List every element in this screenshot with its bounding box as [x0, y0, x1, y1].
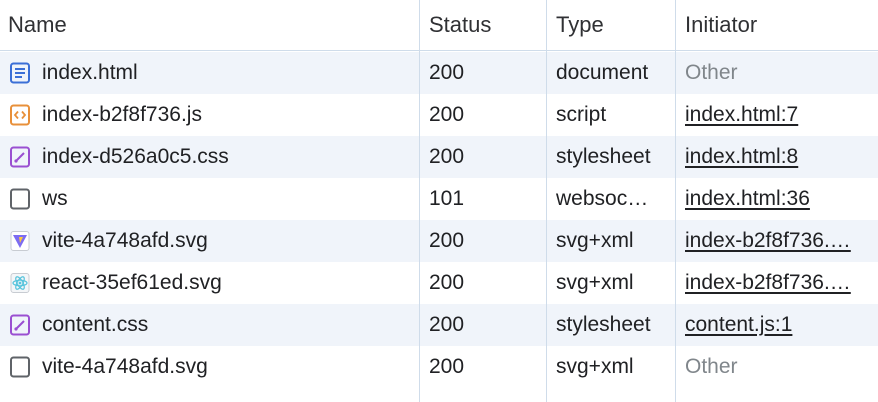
generic-file-icon: [9, 356, 31, 378]
table-row[interactable]: index-d526a0c5.css 200 stylesheet index.…: [0, 136, 878, 178]
request-status: 200: [429, 313, 465, 336]
request-type: script: [556, 103, 607, 126]
request-name: vite-4a748afd.svg: [42, 355, 208, 378]
request-initiator: index.html:7: [685, 94, 869, 136]
column-header-type[interactable]: Type: [556, 0, 604, 50]
request-type: stylesheet: [556, 313, 651, 336]
request-initiator: Other: [685, 61, 738, 84]
initiator-link[interactable]: index-b2f8f736.…: [685, 229, 851, 252]
column-header-name[interactable]: Name: [8, 0, 67, 50]
request-initiator: index-b2f8f736.…: [685, 262, 869, 304]
request-status: 200: [429, 229, 465, 252]
table-row[interactable]: index.html 200 document Other: [0, 52, 878, 94]
request-status: 101: [429, 187, 465, 210]
request-type: svg+xml: [556, 355, 634, 378]
request-status: 200: [429, 271, 465, 294]
column-header-initiator[interactable]: Initiator: [685, 0, 757, 50]
request-status: 200: [429, 61, 465, 84]
initiator-link[interactable]: content.js:1: [685, 313, 792, 336]
request-name: ws: [42, 187, 68, 210]
document-icon: [9, 62, 31, 84]
initiator-link[interactable]: index.html:8: [685, 145, 798, 168]
request-type: document: [556, 61, 649, 84]
script-icon: [9, 104, 31, 126]
request-name: index.html: [42, 61, 138, 84]
initiator-link[interactable]: index.html:7: [685, 103, 798, 126]
request-name: vite-4a748afd.svg: [42, 229, 208, 252]
request-type: svg+xml: [556, 229, 634, 252]
stylesheet-icon: [9, 146, 31, 168]
request-name: index-b2f8f736.js: [42, 103, 202, 126]
react-image-icon: [9, 272, 31, 294]
request-initiator: index-b2f8f736.…: [685, 220, 869, 262]
request-name: react-35ef61ed.svg: [42, 271, 222, 294]
request-name: content.css: [42, 313, 149, 336]
request-type: svg+xml: [556, 271, 634, 294]
network-request-table: Name Status Type Initiator index.html 20…: [0, 0, 878, 402]
table-row[interactable]: content.css 200 stylesheet content.js:1: [0, 304, 878, 346]
initiator-link[interactable]: index.html:36: [685, 187, 810, 210]
websocket-icon: [9, 188, 31, 210]
request-status: 200: [429, 103, 465, 126]
table-row[interactable]: react-35ef61ed.svg 200 svg+xml index-b2f…: [0, 262, 878, 304]
table-row[interactable]: vite-4a748afd.svg 200 svg+xml Other: [0, 346, 878, 388]
table-row[interactable]: ws 101 websoc… index.html:36: [0, 178, 878, 220]
request-initiator: index.html:8: [685, 136, 869, 178]
table-row[interactable]: vite-4a748afd.svg 200 svg+xml index-b2f8…: [0, 220, 878, 262]
vite-image-icon: [9, 230, 31, 252]
initiator-link[interactable]: index-b2f8f736.…: [685, 271, 851, 294]
request-status: 200: [429, 355, 465, 378]
request-initiator: Other: [685, 355, 738, 378]
request-status: 200: [429, 145, 465, 168]
request-type: websoc…: [556, 187, 649, 210]
request-initiator: content.js:1: [685, 304, 869, 346]
request-type: stylesheet: [556, 145, 651, 168]
request-name: index-d526a0c5.css: [42, 145, 229, 168]
stylesheet-icon: [9, 314, 31, 336]
table-row[interactable]: index-b2f8f736.js 200 script index.html:…: [0, 94, 878, 136]
request-initiator: index.html:36: [685, 178, 869, 220]
table-header: Name Status Type Initiator: [0, 0, 878, 51]
column-header-status[interactable]: Status: [429, 0, 491, 50]
